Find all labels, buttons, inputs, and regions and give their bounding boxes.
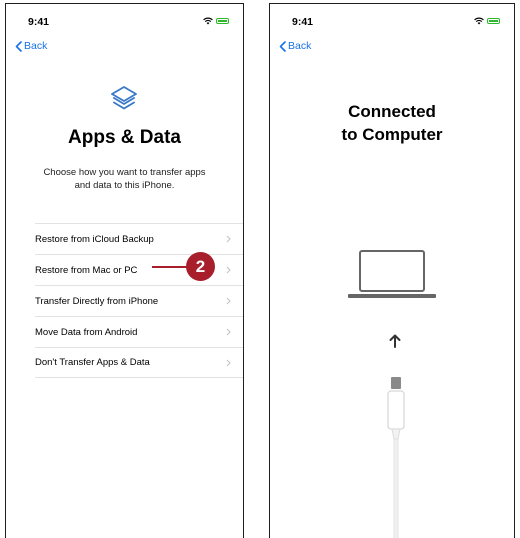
option-transfer-iphone[interactable]: Transfer Directly from iPhone [35,285,243,316]
status-time: 9:41 [28,16,50,28]
apps-data-screen: 9:41 Back Apps & Data Choose how you wan… [5,3,244,538]
page-title: Apps & Data [68,127,181,148]
chevron-left-icon [15,40,22,52]
chevron-right-icon [226,328,231,336]
chevron-right-icon [226,359,231,367]
option-move-android[interactable]: Move Data from Android [35,316,243,347]
callout-pointer [152,266,188,268]
chevron-right-icon [226,235,231,243]
back-label: Back [24,40,48,52]
cable-icon [386,377,406,538]
status-time: 9:41 [292,16,314,28]
option-label: Restore from Mac or PC [35,264,138,276]
status-bar: 9:41 [6,16,243,30]
battery-icon [487,18,500,24]
subtitle-line: Choose how you want to transfer apps [43,167,206,178]
transfer-option-list: Restore from iCloud Backup Restore from … [35,223,243,378]
back-button[interactable]: Back [15,40,47,52]
battery-icon [216,18,229,24]
option-label: Transfer Directly from iPhone [35,295,159,307]
back-label: Back [288,40,312,52]
chevron-right-icon [226,297,231,305]
callout-badge: 2 [186,252,215,281]
option-restore-icloud[interactable]: Restore from iCloud Backup [35,223,243,254]
wifi-icon [203,17,213,25]
option-label: Restore from iCloud Backup [35,233,154,245]
subtitle-line: and data to this iPhone. [74,180,175,191]
title-line: to Computer [341,125,443,144]
connected-screen: 9:41 Back Connected to Computer [269,3,515,538]
chevron-left-icon [279,40,286,52]
chevron-right-icon [226,266,231,274]
laptop-icon [346,249,438,308]
arrow-up-icon [389,334,401,353]
status-icons [474,17,500,25]
page-subtitle: Choose how you want to transfer apps and… [36,166,213,192]
option-label: Don't Transfer Apps & Data [35,357,150,368]
option-dont-transfer[interactable]: Don't Transfer Apps & Data [35,347,243,378]
back-button[interactable]: Back [279,40,311,52]
page-title: Connected to Computer [270,100,514,146]
wifi-icon [474,17,484,25]
layers-icon [109,84,139,119]
option-label: Move Data from Android [35,326,138,338]
status-bar: 9:41 [270,16,514,30]
title-line: Connected [348,102,436,121]
status-icons [203,17,229,25]
